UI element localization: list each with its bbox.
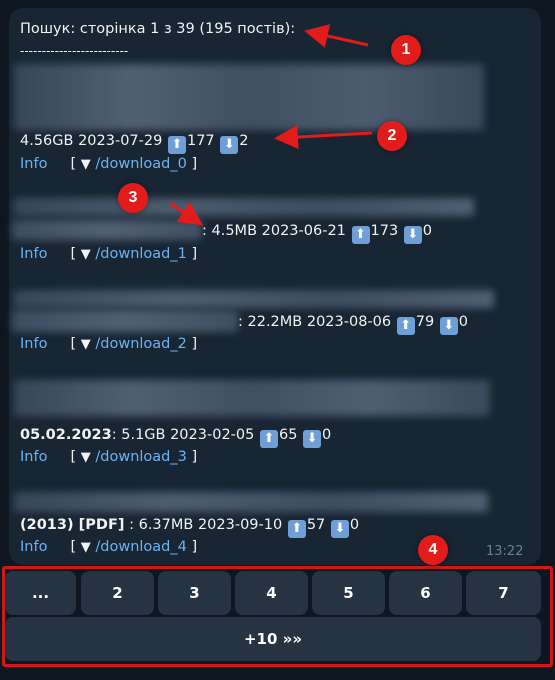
annotation-badge-2: 2	[377, 121, 407, 151]
annotation-arrows	[169, 24, 373, 226]
arrow-2	[274, 125, 373, 150]
annotation-badge-1: 1	[391, 35, 421, 65]
arrow-1	[304, 24, 369, 48]
annotation-badge-3: 3	[118, 183, 148, 213]
annotation-badge-4: 4	[418, 535, 448, 565]
arrow-3	[169, 201, 203, 226]
